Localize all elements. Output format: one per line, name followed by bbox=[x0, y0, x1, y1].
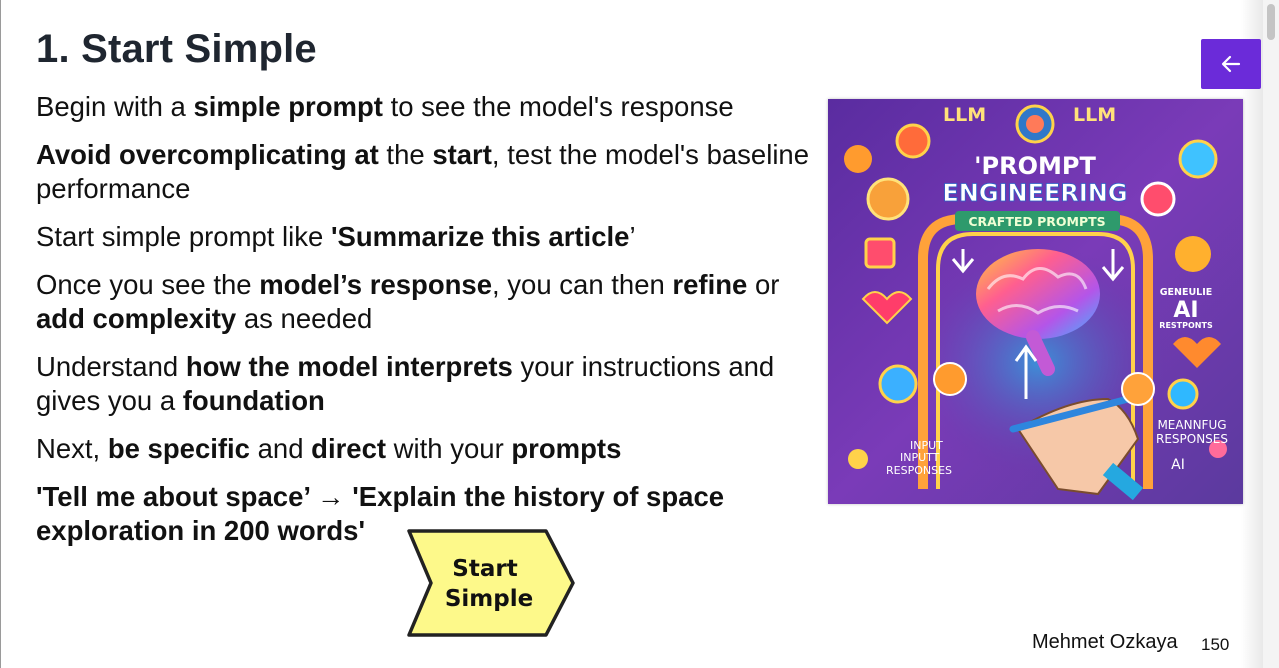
art-bottom-left-2: INPUTT bbox=[900, 451, 940, 464]
bullet-item: Begin with a simple prompt to see the mo… bbox=[36, 91, 734, 122]
slide-edge-shadow bbox=[1241, 0, 1263, 668]
art-right-ai: AI bbox=[1173, 298, 1198, 323]
callout-line-2: Simple bbox=[445, 586, 533, 612]
art-banner: CRAFTED PROMPTS bbox=[968, 214, 1105, 229]
back-button[interactable] bbox=[1201, 39, 1261, 89]
art-bottom-left-3: RESPONSES bbox=[886, 464, 952, 477]
art-bottom-right-1: MEANNFUG bbox=[1157, 418, 1226, 432]
page-number: 150 bbox=[1201, 635, 1230, 654]
art-llm-right: LLM bbox=[1073, 104, 1116, 126]
author-name: Mehmet Ozkaya bbox=[1032, 631, 1178, 653]
art-llm-left: LLM bbox=[943, 104, 986, 126]
prompt-engineering-illustration: LLM LLM 'PROMPT ENGINEERING CRAFTED PROM… bbox=[828, 99, 1243, 504]
start-simple-callout: Start Simple bbox=[407, 529, 575, 637]
scrollbar-thumb[interactable] bbox=[1267, 4, 1275, 40]
vertical-scrollbar[interactable] bbox=[1263, 0, 1279, 668]
art-bottom-right-2: RESPONSES bbox=[1156, 432, 1228, 446]
art-heading-1: 'PROMPT bbox=[974, 152, 1096, 180]
art-heading-2: ENGINEERING bbox=[942, 179, 1127, 207]
arrow-left-icon bbox=[1221, 55, 1241, 73]
art-right-small-1: GENEULIE bbox=[1160, 287, 1213, 298]
bullet-item: Start simple prompt like 'Summarize this… bbox=[36, 221, 636, 252]
art-bottom-right-3: AI bbox=[1171, 457, 1185, 473]
bullet-item: Understand how the model interprets your… bbox=[36, 351, 775, 416]
bullet-item: Next, be specific and direct with your p… bbox=[36, 433, 622, 464]
bullet-item: Once you see the model’s response, you c… bbox=[36, 269, 780, 334]
bullet-item: Avoid overcomplicating at the start, tes… bbox=[36, 139, 810, 204]
art-right-small-2: RESTPONTS bbox=[1159, 321, 1213, 330]
callout-line-1: Start bbox=[452, 556, 517, 582]
slide-title: 1. Start Simple bbox=[36, 27, 317, 71]
bullet-list: Begin with a simple prompt to see the mo… bbox=[36, 90, 816, 562]
